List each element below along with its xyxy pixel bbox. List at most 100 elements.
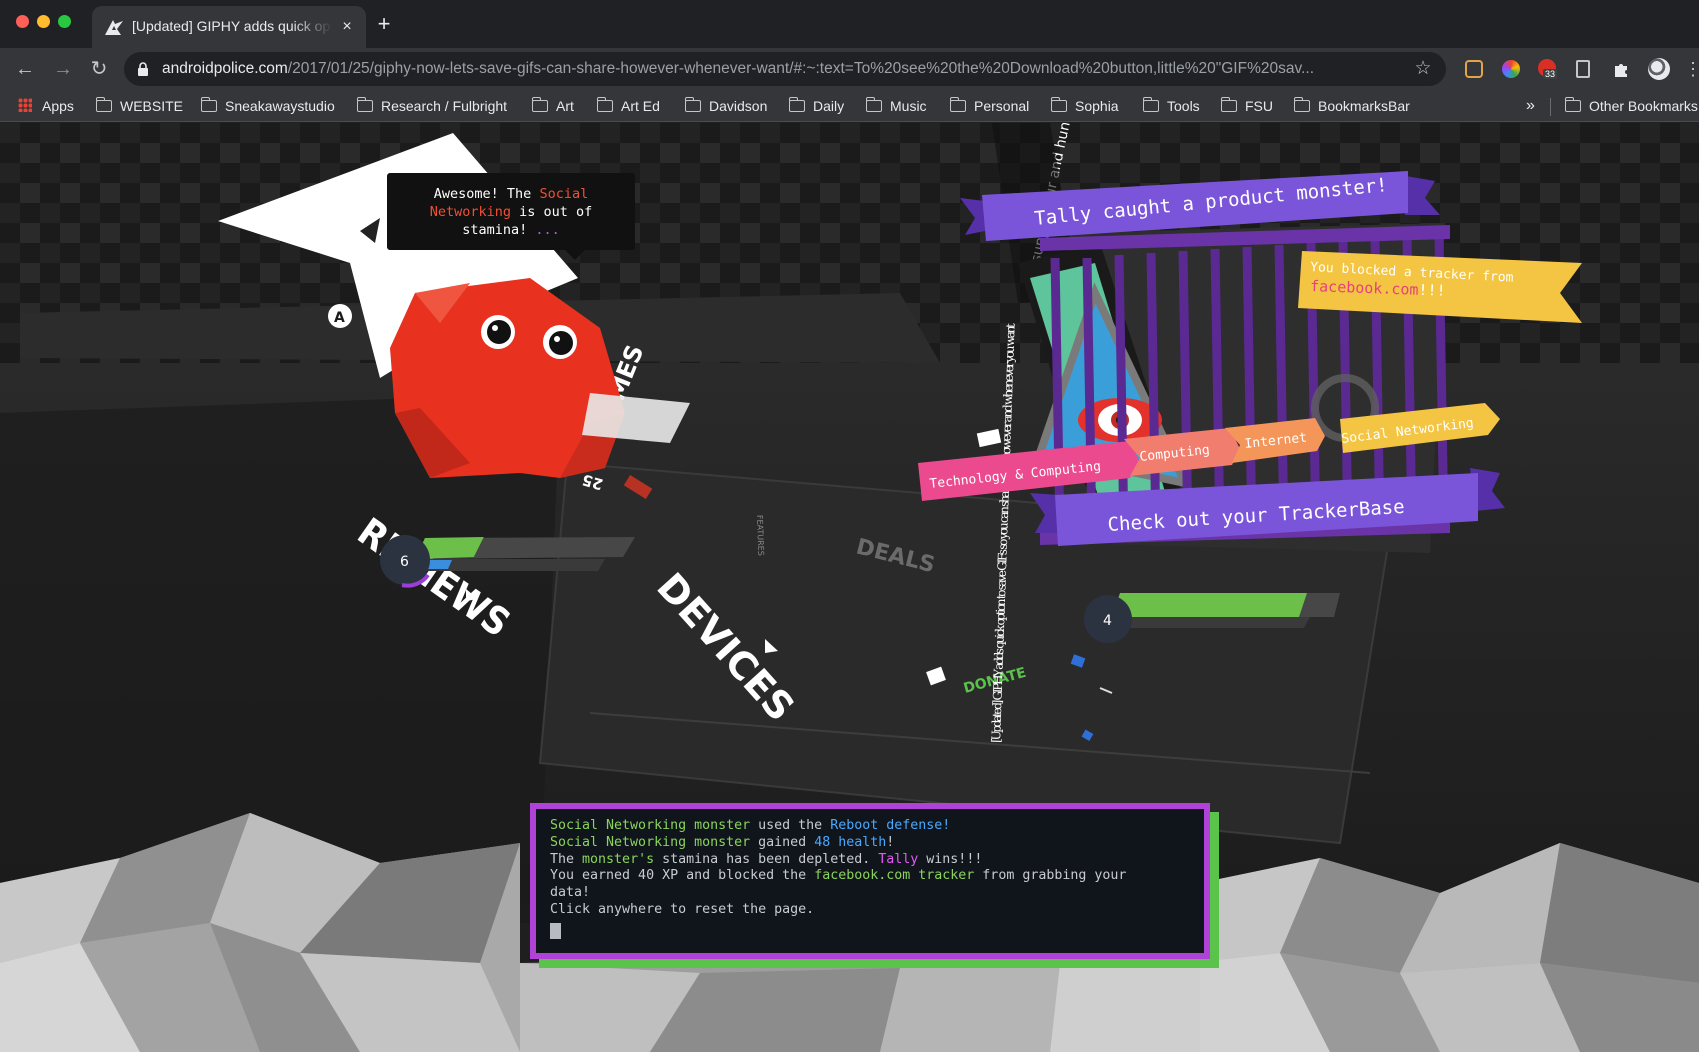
bookmark-label: Music (890, 98, 927, 114)
bookmark-folder-bookmarksbar[interactable]: BookmarksBar (1293, 95, 1410, 117)
window-close-button[interactable] (16, 15, 29, 28)
log-text: used the (750, 818, 831, 833)
bookmark-folder-other[interactable]: Other Bookmarks (1564, 95, 1698, 117)
extension-clipboard-icon[interactable] (1576, 60, 1590, 78)
log-monster-name: Social Networking monster (550, 818, 751, 833)
extension-colorpicker-icon[interactable] (1502, 60, 1520, 78)
monster-pupil-left (487, 320, 511, 344)
bookmarks-overflow-icon[interactable]: » (1526, 95, 1535, 117)
folder-icon (1564, 97, 1581, 112)
browser-window: [Updated] GIPHY adds quick option to sav… (0, 0, 1699, 1052)
bookmark-label: Personal (974, 98, 1030, 114)
profile-avatar-icon[interactable] (1648, 58, 1670, 80)
bookmark-star-icon[interactable]: ☆ (1412, 58, 1434, 80)
bookmark-label: Apps (42, 98, 74, 114)
folder-icon (356, 97, 373, 112)
url-host: androidpolice.com (162, 60, 288, 77)
log-line-4: You earned 40 XP and blocked the faceboo… (550, 868, 1190, 885)
bookmark-label: Art Ed (621, 98, 660, 114)
extension-badge: 33 (1543, 69, 1558, 79)
log-text: The (550, 851, 583, 867)
tab-close-icon[interactable]: × (337, 17, 357, 37)
bookmark-label: BookmarksBar (1318, 98, 1410, 114)
window-zoom-button[interactable] (58, 15, 71, 28)
folder-icon (684, 97, 701, 112)
folder-icon (865, 97, 882, 112)
bookmark-folder-daily[interactable]: Daily (788, 95, 845, 117)
folder-icon (949, 97, 966, 112)
tab-active[interactable]: [Updated] GIPHY adds quick option to sav… (92, 6, 366, 48)
monster-health-fill (1112, 593, 1307, 617)
window-minimize-button[interactable] (37, 15, 50, 28)
battle-log-console[interactable]: Social Networking monster used the Reboo… (530, 803, 1210, 959)
bookmarks-bar: Apps WEBSITE Sneakawaystudio Research / … (0, 90, 1699, 122)
extension-adblock-icon[interactable]: 33 (1538, 59, 1558, 79)
back-button[interactable]: ← (12, 56, 38, 82)
bookmark-folder-website[interactable]: WEBSITE (95, 95, 184, 117)
log-tally: Tally (878, 851, 919, 867)
log-monster: monster's (582, 851, 655, 867)
extension-screenshot-icon[interactable] (1465, 60, 1483, 78)
bookmark-label: Sophia (1075, 98, 1119, 114)
bookmark-label: Tools (1167, 98, 1200, 114)
bookmark-label: Davidson (709, 98, 768, 114)
bookmark-folder-sneakawaystudio[interactable]: Sneakawaystudio (200, 95, 335, 117)
log-text: gained (750, 834, 815, 850)
bookmarks-divider (1550, 98, 1551, 116)
blocked-suffix: !!! (1418, 281, 1446, 300)
log-line-6: Click anywhere to reset the page. (550, 901, 815, 917)
log-text: You earned 40 XP and blocked the (550, 868, 815, 884)
bookmark-folder-sophia[interactable]: Sophia (1050, 95, 1119, 117)
url-path: /2017/01/25/giphy-now-lets-save-gifs-can… (287, 60, 1314, 77)
tab-title: [Updated] GIPHY adds quick option to sav… (132, 18, 332, 34)
bookmark-folder-art-ed[interactable]: Art Ed (596, 95, 660, 117)
log-text: wins!!! (918, 851, 983, 867)
monster-speech-bubble: Awesome! The Social Networking is out of… (387, 173, 635, 260)
bookmark-label: Daily (813, 98, 845, 114)
bookmark-folder-tools[interactable]: Tools (1142, 95, 1200, 117)
folder-icon (788, 97, 805, 112)
bookmark-label: WEBSITE (120, 98, 184, 114)
address-bar[interactable]: androidpolice.com/2017/01/25/giphy-now-l… (124, 52, 1446, 86)
bookmark-apps[interactable]: Apps (18, 95, 74, 117)
speech-dots: ... (535, 222, 560, 238)
bookmark-label: Other Bookmarks (1589, 98, 1698, 114)
bookmark-folder-fsu[interactable]: FSU (1220, 95, 1273, 117)
console-cursor[interactable] (550, 922, 561, 939)
log-health: 48 health (814, 834, 887, 850)
folder-icon (200, 97, 217, 112)
features-label[interactable]: FEATURES (755, 515, 765, 556)
folder-icon (531, 97, 548, 112)
log-text: stamina has been depleted. (654, 851, 879, 867)
page-viewport[interactable]: REVIEWS DEVICES DEALS FEATURES GAMES DON… (0, 123, 1699, 1052)
forward-button[interactable]: → (50, 56, 76, 82)
folder-icon (1293, 97, 1310, 112)
bookmark-label: FSU (1245, 98, 1273, 114)
reload-button[interactable]: ↻ (86, 56, 112, 82)
log-monster-name: Social Networking monster (550, 834, 751, 850)
new-tab-button[interactable]: + (372, 13, 396, 37)
lock-icon (138, 62, 148, 76)
blocked-domain: facebook.com (1310, 277, 1419, 299)
bookmark-label: Research / Fulbright (381, 98, 508, 114)
apps-grid-icon (18, 98, 32, 112)
bookmark-folder-davidson[interactable]: Davidson (684, 95, 768, 117)
log-text: from grabbing your (974, 868, 1127, 884)
log-line-2: Social Networking monster gained 48 heal… (550, 835, 1190, 852)
menu-kebab-icon[interactable]: ⋮ (1680, 56, 1699, 82)
extensions-puzzle-icon[interactable] (1612, 60, 1630, 78)
folder-icon (1050, 97, 1067, 112)
bookmark-folder-music[interactable]: Music (865, 95, 927, 117)
bookmark-folder-personal[interactable]: Personal (949, 95, 1030, 117)
rank-badge-glyph: A (334, 310, 345, 326)
url-text[interactable]: androidpolice.com/2017/01/25/giphy-now-l… (162, 60, 1402, 80)
bookmark-folder-research[interactable]: Research / Fulbright (356, 95, 508, 117)
bookmark-folder-art[interactable]: Art (531, 95, 574, 117)
folder-icon (596, 97, 613, 112)
log-defense: Reboot defense (830, 818, 943, 833)
folder-icon (1142, 97, 1159, 112)
monster-level-number: 4 (1103, 613, 1112, 629)
bookmark-label: Sneakawaystudio (225, 98, 335, 114)
log-line-5: data! (550, 885, 591, 901)
folder-icon (1220, 97, 1237, 112)
